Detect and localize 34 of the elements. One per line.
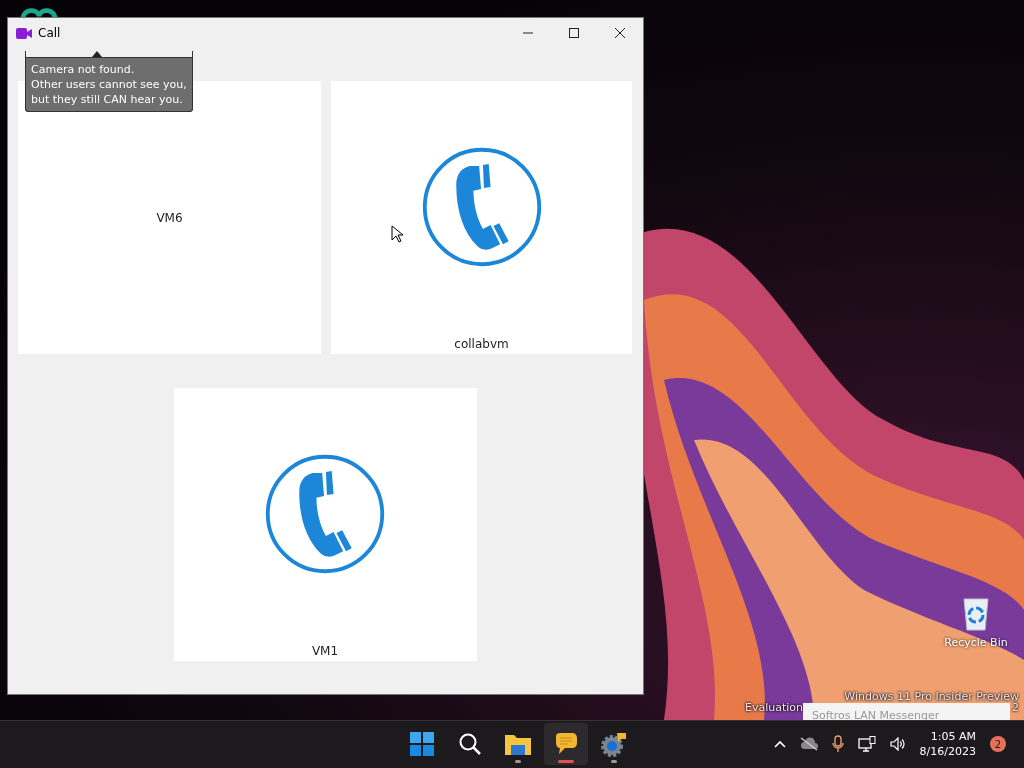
clock-date: 8/16/2023 [919,745,976,758]
participant-name: VM1 [311,644,339,658]
participant-name: collabvm [454,337,509,351]
taskbar-button[interactable] [544,723,588,765]
mouse-pointer-icon [391,225,403,243]
attention-indicator [558,760,574,763]
network-icon[interactable] [857,736,876,752]
watermark-text: 2 [1012,701,1019,714]
speaker-icon[interactable] [889,737,906,751]
chevron-up-icon [773,740,786,748]
show-hidden-icons-button[interactable] [773,740,786,748]
participant-name: VM6 [156,211,183,225]
app-logo-icon [20,6,58,20]
desktop-icon[interactable]: Recycle Bin [940,594,1012,649]
search-icon [458,732,482,756]
running-indicator [611,760,617,763]
clock-button[interactable]: 1:05 AM 8/16/2023 [919,730,976,758]
gear-icon [601,731,627,757]
folder-icon [505,733,531,755]
close-icon [615,28,625,38]
cloud-offline-icon[interactable] [799,737,818,751]
watermark-text: Windows 11 Pro Insider Preview [844,690,1019,703]
notification-count-badge[interactable]: 2 [990,736,1006,752]
running-indicator [515,760,521,763]
clock-time: 1:05 AM [930,730,976,743]
maximize-icon [569,28,579,38]
speech-bubble-icon [554,732,578,756]
video-camera-icon [16,27,32,39]
camera-warning-tooltip: Camera not found. Other users cannot see you, but they still CAN hear you. [25,51,193,112]
windows-start-icon [410,732,434,756]
desktop-icon-label: Recycle Bin [944,636,1008,649]
microphone-icon[interactable] [831,735,844,753]
window-title: Call [38,26,62,40]
phone-icon [263,452,387,576]
